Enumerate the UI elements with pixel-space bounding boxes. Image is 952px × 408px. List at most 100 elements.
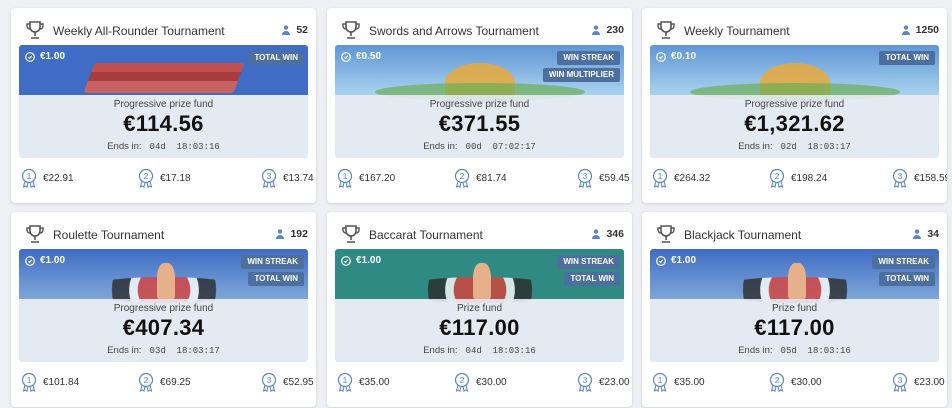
tournament-title[interactable]: Baccarat Tournament [369,228,483,242]
tournament-banner[interactable]: €1.00 TOTAL WIN Progressive prize fund €… [19,45,308,158]
feature-badges: TOTAL WIN [248,51,304,65]
feature-badges: WIN STREAK TOTAL WIN [241,255,304,286]
tournament-card[interactable]: Roulette Tournament 192 €1.00 WIN STREAK… [11,212,316,407]
tournament-banner[interactable]: €1.00 WIN STREAK TOTAL WIN Progressive pr… [19,249,308,362]
prize-places: 1 €22.91 2 €17.18 3 €13.74 [11,164,316,194]
prize-amount: €117.00 [754,315,835,340]
feature-badges: WIN STREAK TOTAL WIN [557,255,620,286]
countdown: Ends in: 05d 18:03:16 [650,345,939,356]
player-count: 34 [913,228,939,240]
stake-value: €0.10 [671,51,697,62]
tournament-card[interactable]: Swords and Arrows Tournament 230 €0.50 W… [327,8,632,203]
feature-badge: WIN STREAK [872,255,935,269]
countdown: Ends in: 03d 18:03:17 [19,345,308,356]
tournament-banner[interactable]: €1.00 WIN STREAK TOTAL WIN Prize fund €11… [650,249,939,362]
feature-badge: TOTAL WIN [248,51,304,65]
feature-badge: WIN STREAK [241,255,304,269]
prize-amount: €407.34 [122,315,205,340]
feature-badge: WIN STREAK [557,255,620,269]
prize-places: 1 €35.00 2 €30.00 3 €23.00 [327,368,632,398]
player-count-value: 230 [606,24,624,36]
feature-badge: WIN STREAK [557,51,620,65]
prize-place-amount: €35.00 [359,376,390,388]
player-count: 1250 [901,24,939,36]
user-icon [901,25,910,35]
stake-value: €1.00 [40,51,66,62]
medal-rank: 1 [343,375,348,385]
prize-place-amount: €13.74 [283,172,314,184]
prize-place-amount: €81.74 [476,172,507,184]
tournament-banner[interactable]: €0.10 TOTAL WIN Progressive prize fund €… [650,45,939,158]
prize-place-2: 2 €81.74 [454,168,507,188]
prize-place-amount: €59.45 [599,172,630,184]
tournament-card[interactable]: Blackjack Tournament 34 €1.00 WIN STREAK… [642,212,947,407]
tournament-title[interactable]: Roulette Tournament [53,228,164,242]
prize-place-amount: €167.20 [359,172,396,184]
coin-icon [656,51,666,62]
prize-place-amount: €23.00 [914,376,945,388]
medal-icon: 1 [337,168,353,188]
prize-place-amount: €101.84 [43,376,80,388]
ends-in-label: Ends in: [423,141,458,152]
stake-value: €0.50 [356,51,382,62]
tournament-card[interactable]: Weekly All-Rounder Tournament 52 €1.00 T… [11,8,316,203]
prize-place-3: 3 €23.00 [892,372,945,392]
prize-place-amount: €198.24 [791,172,828,184]
medal-icon: 3 [577,168,593,188]
tournament-banner[interactable]: €1.00 WIN STREAK TOTAL WIN Prize fund €11… [335,249,624,362]
ends-in-label: Ends in: [738,345,773,356]
medal-rank: 1 [27,375,32,385]
tournament-banner[interactable]: €0.50 WIN STREAK WIN MULTIPLIER Progressi… [335,45,624,158]
ends-in-label: Ends in: [107,345,142,356]
race-car-illustration [83,63,245,93]
prize-place-amount: €35.00 [674,376,705,388]
prize-place-3: 3 €23.00 [577,372,630,392]
feature-badge: TOTAL WIN [879,272,935,286]
prize-place-3: 3 €59.45 [577,168,630,188]
tournament-title[interactable]: Swords and Arrows Tournament [369,24,539,38]
prize-place-3: 3 €52.95 [261,372,314,392]
player-count: 230 [592,24,624,36]
dealer-illustration [788,263,806,299]
card-header: Roulette Tournament 192 [11,212,316,252]
medal-icon: 1 [21,372,37,392]
prize-place-amount: €158.59 [914,172,947,184]
medal-icon: 2 [454,168,470,188]
medal-rank: 1 [343,171,348,181]
tournament-card[interactable]: Baccarat Tournament 346 €1.00 WIN STREAK… [327,212,632,407]
prize-place-1: 1 €264.32 [652,168,710,188]
medal-icon: 1 [21,168,37,188]
user-icon [282,25,291,35]
player-count: 192 [276,228,308,240]
prize-place-amount: €30.00 [791,376,822,388]
dealer-illustration [473,263,491,299]
ends-in-label: Ends in: [107,141,142,152]
medal-rank: 2 [460,171,465,181]
prize-place-2: 2 €17.18 [138,168,191,188]
medal-icon: 1 [652,168,668,188]
countdown-value: 05d 18:03:16 [780,346,851,356]
coin-icon [25,255,35,266]
medal-rank: 3 [583,171,588,181]
medal-icon: 3 [261,168,277,188]
prize-amount: €371.55 [438,111,521,136]
player-count-value: 34 [927,228,939,240]
trophy-icon [657,21,675,39]
stake: €1.00 [25,255,65,266]
medal-rank: 2 [775,171,780,181]
prize-fund-label: Progressive prize fund [744,99,845,110]
prize-place-2: 2 €69.25 [138,372,191,392]
card-header: Weekly All-Rounder Tournament 52 [11,8,316,48]
prize-fund-label: Progressive prize fund [113,99,214,110]
user-icon [592,229,601,239]
tournament-title[interactable]: Blackjack Tournament [684,228,801,242]
tournament-title[interactable]: Weekly Tournament [684,24,790,38]
feature-badge: TOTAL WIN [879,51,935,65]
tournament-card[interactable]: Weekly Tournament 1250 €0.10 TOTAL WIN P… [642,8,947,203]
medal-icon: 2 [138,372,154,392]
stake-value: €1.00 [356,255,382,266]
medal-icon: 3 [892,168,908,188]
player-count-value: 52 [296,24,308,36]
tournament-title[interactable]: Weekly All-Rounder Tournament [53,24,225,38]
card-header: Weekly Tournament 1250 [642,8,947,48]
